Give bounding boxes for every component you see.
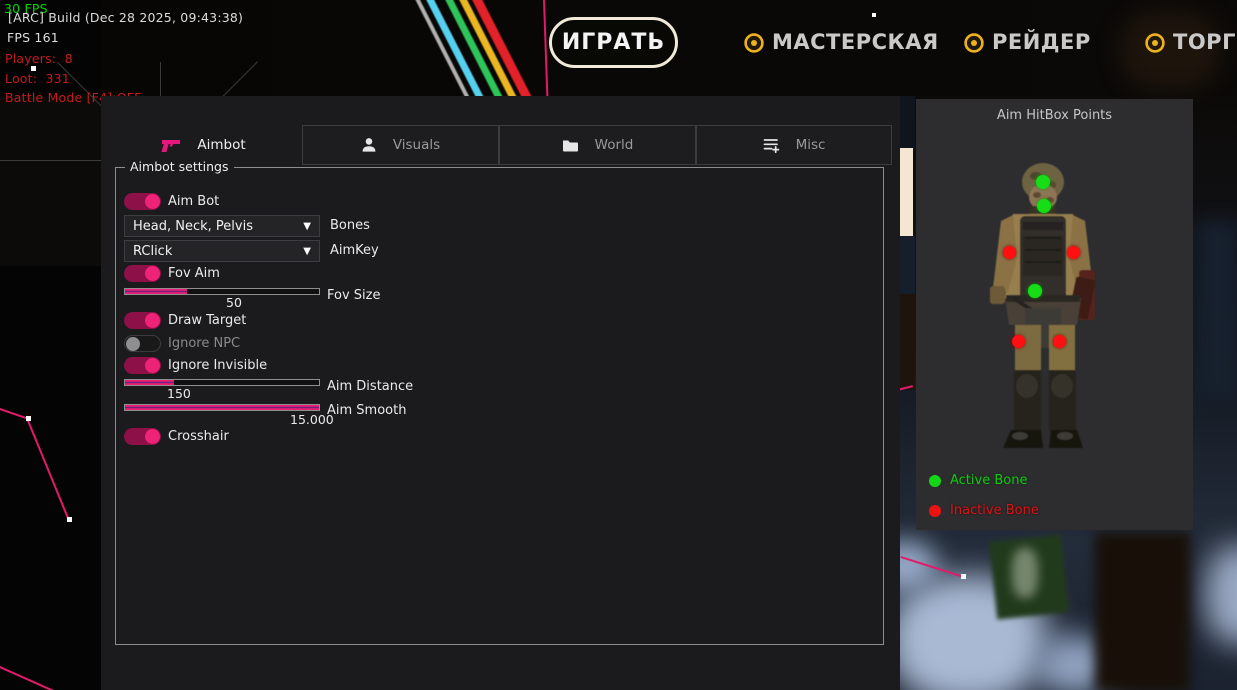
aimkey-dropdown[interactable]: RClick ▼	[124, 240, 320, 262]
background-light-blob	[888, 575, 1048, 690]
aim-distance-slider[interactable]	[124, 379, 320, 386]
legend-active-bone: Active Bone	[929, 473, 1027, 488]
coin-icon	[744, 33, 764, 53]
draw-target-label: Draw Target	[168, 313, 246, 328]
esp-joint-dot	[26, 416, 31, 421]
inactive-bone-label: Inactive Bone	[950, 503, 1039, 518]
ignore-invisible-toggle[interactable]	[124, 357, 161, 374]
fov-aim-toggle[interactable]	[124, 265, 161, 282]
cheat-menu-panel: Aimbot Visuals World Misc Aimbot setting…	[101, 96, 900, 690]
aim-bot-label: Aim Bot	[168, 194, 219, 209]
fov-size-label: Fov Size	[327, 288, 380, 303]
aim-distance-label: Aim Distance	[327, 379, 413, 394]
exit-sign	[989, 534, 1069, 619]
players-counter: Players: 8	[5, 51, 73, 66]
bone-dot-pelvis[interactable]	[1028, 284, 1042, 298]
aim-hitbox-panel: Aim HitBox Points	[916, 99, 1193, 530]
tab-world[interactable]: World	[499, 125, 696, 165]
background-left-wall	[0, 96, 101, 266]
dropdown-arrow-icon: ▼	[303, 246, 311, 257]
ignore-invisible-label: Ignore Invisible	[168, 358, 267, 373]
aim-smooth-slider[interactable]	[124, 404, 320, 411]
fov-size-slider[interactable]	[124, 288, 320, 295]
esp-line	[26, 418, 69, 519]
game-marker-dot	[872, 13, 876, 17]
hitbox-panel-title: Aim HitBox Points	[916, 108, 1193, 123]
play-button-label: ИГРАТЬ	[562, 30, 665, 55]
screen: 30 FPS [ARC] Build (Dec 28 2025, 09:43:3…	[0, 0, 1237, 690]
bone-dot-right-arm[interactable]	[1003, 246, 1016, 259]
aim-distance-value: 150	[167, 386, 191, 401]
tab-label: Aimbot	[197, 137, 245, 153]
bones-dropdown[interactable]: Head, Neck, Pelvis ▼	[124, 215, 320, 237]
esp-joint-dot	[961, 574, 966, 579]
background-blue-column	[1196, 220, 1237, 400]
sliders-icon	[763, 137, 780, 154]
bones-label: Bones	[330, 218, 370, 233]
tab-label: Visuals	[393, 137, 440, 153]
bone-dot-head[interactable]	[1036, 175, 1050, 189]
bone-dot-left-thigh[interactable]	[1053, 335, 1066, 348]
coin-icon	[1145, 33, 1165, 53]
dropdown-arrow-icon: ▼	[303, 221, 311, 232]
aimkey-label: AimKey	[330, 243, 379, 258]
legend-inactive-bone: Inactive Bone	[929, 503, 1039, 518]
nav-item-raider[interactable]: РЕЙДЕР	[992, 30, 1091, 54]
crosshair-toggle[interactable]	[124, 428, 161, 445]
wireframe-line	[0, 160, 101, 161]
esp-line	[900, 556, 964, 578]
nav-item-torgovets[interactable]: ТОРГО	[1173, 30, 1237, 54]
tab-visuals[interactable]: Visuals	[302, 125, 499, 165]
esp-joint-dot	[67, 517, 72, 522]
bones-dropdown-value: Head, Neck, Pelvis	[133, 219, 253, 234]
background-light-blob	[1205, 545, 1237, 645]
tab-label: Misc	[796, 137, 826, 153]
aim-bot-toggle[interactable]	[124, 193, 161, 210]
coin-icon	[964, 33, 984, 53]
tab-label: World	[595, 137, 634, 153]
aim-smooth-label: Aim Smooth	[327, 403, 406, 418]
build-info: [ARC] Build (Dec 28 2025, 09:43:38)	[8, 10, 243, 25]
esp-line	[0, 408, 29, 420]
ignore-npc-label: Ignore NPC	[168, 336, 240, 351]
background-pillar	[1095, 532, 1190, 690]
groupbox-title: Aimbot settings	[125, 159, 234, 174]
bone-dot-neck[interactable]	[1037, 199, 1051, 213]
esp-line	[0, 666, 54, 690]
loot-counter: Loot: 331	[5, 71, 70, 86]
background-light-blob	[1035, 635, 1115, 690]
draw-target-toggle[interactable]	[124, 312, 161, 329]
active-bone-label: Active Bone	[950, 473, 1027, 488]
ignore-npc-toggle[interactable]	[124, 335, 161, 352]
esp-line	[543, 0, 548, 96]
exit-sign-figure	[1012, 548, 1038, 598]
fov-aim-label: Fov Aim	[168, 266, 220, 281]
fov-size-value: 50	[226, 295, 242, 310]
aimkey-dropdown-value: RClick	[133, 244, 172, 259]
tab-misc[interactable]: Misc	[696, 125, 892, 165]
pistol-icon	[161, 138, 181, 153]
inactive-bone-dot-icon	[929, 505, 941, 517]
crosshair-label: Crosshair	[168, 429, 229, 444]
fps-counter: FPS 161	[7, 30, 59, 45]
nav-item-masterskaya[interactable]: МАСТЕРСКАЯ	[772, 30, 939, 54]
folder-icon	[562, 138, 579, 153]
person-icon	[361, 137, 377, 153]
active-bone-dot-icon	[929, 475, 941, 487]
bone-dot-right-thigh[interactable]	[1012, 335, 1025, 348]
play-button[interactable]: ИГРАТЬ	[549, 17, 678, 68]
bone-dot-left-arm[interactable]	[1067, 246, 1080, 259]
